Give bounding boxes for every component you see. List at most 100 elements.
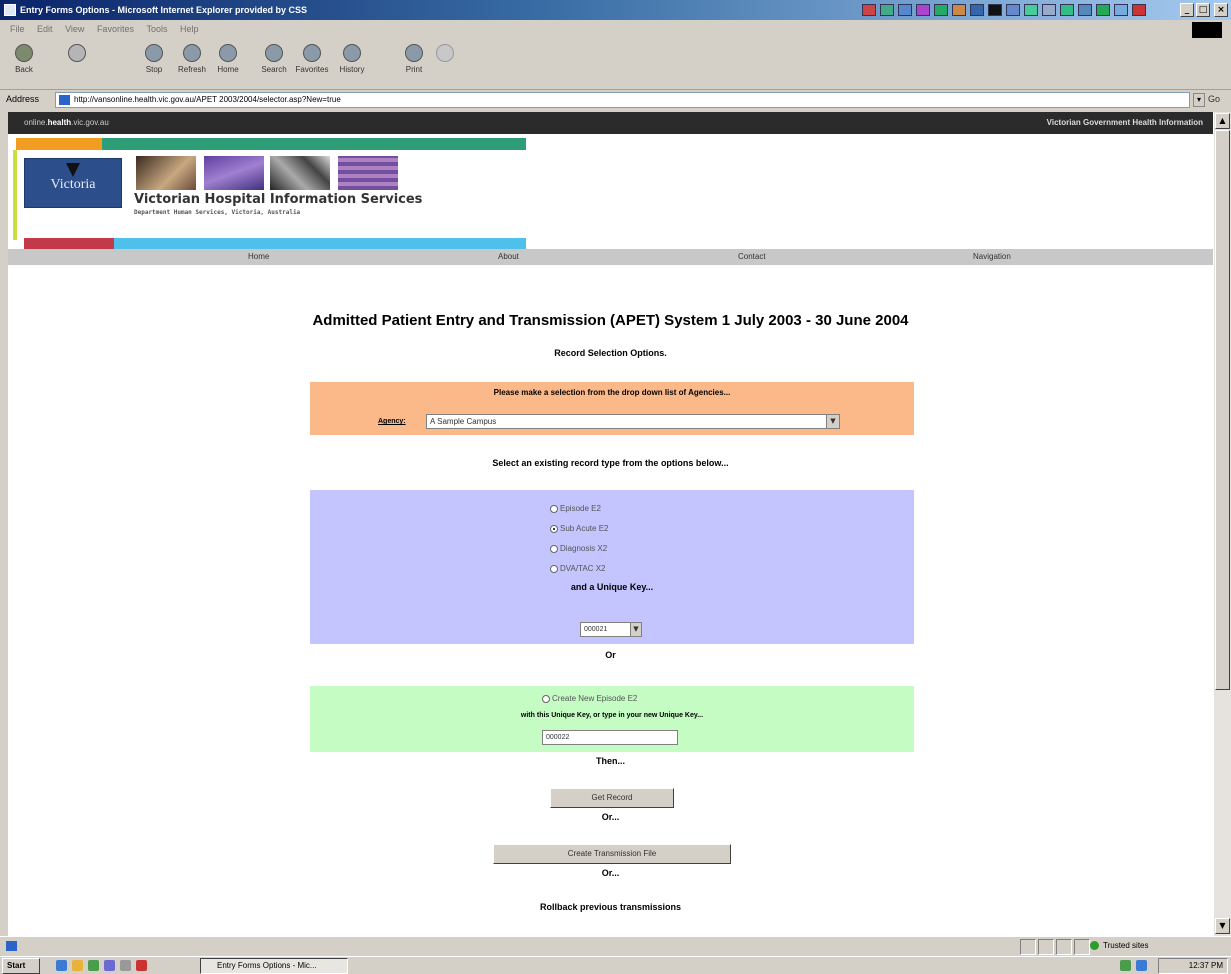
menu-tools[interactable]: Tools [146, 24, 167, 34]
tray-icon[interactable] [1136, 960, 1147, 971]
quick-launch-icon[interactable] [104, 960, 115, 971]
banner-photo [136, 156, 196, 190]
option-episode-e2[interactable]: Episode E2 [550, 504, 601, 513]
quick-launch-icon[interactable] [56, 960, 67, 971]
rollback-link[interactable]: Rollback previous transmissions [8, 902, 1213, 912]
status-cell [1020, 939, 1036, 955]
favorites-button[interactable]: Favorites [294, 44, 330, 84]
nav-home[interactable]: Home [248, 249, 269, 265]
radio-button[interactable] [550, 504, 558, 513]
quick-launch-icon[interactable] [120, 960, 131, 971]
create-transmission-button[interactable]: Create Transmission File [493, 844, 731, 864]
banner-photo [270, 156, 330, 190]
record-selection-heading: Record Selection Options. [554, 348, 667, 358]
scroll-up-icon[interactable]: ▲ [1215, 113, 1230, 129]
site-domain[interactable]: online.health.vic.gov.au [24, 112, 109, 134]
unique-key-label: and a Unique Key... [570, 582, 654, 592]
menu-file[interactable]: File [10, 24, 25, 34]
tray-app-icon[interactable] [952, 4, 966, 16]
option-create-new-episode[interactable]: Create New Episode E2 [542, 694, 637, 703]
back-button[interactable]: Back [6, 44, 42, 84]
option-dva-tac-x2[interactable]: DVA/TAC X2 [550, 564, 606, 573]
site-banner: Victoria Victorian Hospital Information … [8, 134, 1213, 250]
option-diagnosis-x2[interactable]: Diagnosis X2 [550, 544, 607, 553]
quick-launch-icon[interactable] [136, 960, 147, 971]
org-subtitle: Department Human Services, Victoria, Aus… [134, 209, 301, 216]
victoria-logo: Victoria [24, 158, 122, 208]
stop-button[interactable]: Stop [136, 44, 172, 84]
clock: 12:37 PM [1158, 958, 1228, 974]
close-button[interactable]: × [1214, 3, 1228, 17]
menu-favorites[interactable]: Favorites [97, 24, 134, 34]
scroll-thumb[interactable] [1215, 130, 1230, 690]
start-button[interactable]: Start [2, 958, 40, 974]
search-button[interactable]: Search [256, 44, 292, 84]
nav-about[interactable]: About [498, 249, 519, 265]
edit-button[interactable] [430, 44, 460, 84]
then-label: Then... [596, 756, 625, 766]
option-sub-acute-e2[interactable]: Sub Acute E2 [550, 524, 608, 533]
menu-help[interactable]: Help [180, 24, 199, 34]
tray-app-icon[interactable] [1006, 4, 1020, 16]
security-zone[interactable]: Trusted sites [1090, 941, 1149, 950]
menu-bar: File Edit View Favorites Tools Help [0, 20, 1231, 38]
forward-button[interactable] [62, 44, 92, 84]
banner-photo [338, 156, 398, 190]
tray-app-icon[interactable] [1132, 4, 1146, 16]
gov-info-link[interactable]: Victorian Government Health Information [1047, 112, 1203, 134]
scroll-down-icon[interactable]: ▼ [1215, 918, 1230, 934]
history-button[interactable]: History [334, 44, 370, 84]
radio-button[interactable] [550, 564, 558, 573]
taskbar-ie-window[interactable]: Entry Forms Options - Mic... [200, 958, 348, 974]
radio-button[interactable] [550, 524, 558, 533]
tray-app-icon[interactable] [1096, 4, 1110, 16]
crest-icon [66, 163, 80, 177]
nav-contact[interactable]: Contact [738, 249, 766, 265]
menu-edit[interactable]: Edit [37, 24, 53, 34]
record-type-prompt: Select an existing record type from the … [492, 458, 729, 468]
tray-app-icon[interactable] [934, 4, 948, 16]
vertical-scrollbar[interactable]: ▲ ▼ [1213, 112, 1231, 936]
quick-launch-icon[interactable] [72, 960, 83, 971]
page-title: Admitted Patient Entry and Transmission … [312, 312, 909, 329]
tray-app-icon[interactable] [1024, 4, 1038, 16]
tray-icon[interactable] [1120, 960, 1131, 971]
toolbar: Back Stop Refresh Home Search Favorites … [0, 38, 1231, 90]
print-icon [405, 44, 423, 62]
home-button[interactable]: Home [210, 44, 246, 84]
new-episode-panel: Create New Episode E2 with this Unique K… [310, 686, 914, 752]
address-dropdown-button[interactable]: ▾ [1193, 93, 1205, 107]
quick-launch-icon[interactable] [88, 960, 99, 971]
tray-app-icon[interactable] [862, 4, 876, 16]
tray-app-icon[interactable] [1114, 4, 1128, 16]
ie-icon [4, 4, 16, 16]
tray-app-icon[interactable] [1060, 4, 1074, 16]
back-icon [15, 44, 33, 62]
tray-app-icon[interactable] [1042, 4, 1056, 16]
new-unique-key-input[interactable]: 000022 [542, 730, 678, 745]
radio-button[interactable] [550, 544, 558, 553]
tray-app-icon[interactable] [916, 4, 930, 16]
tray-app-icon[interactable] [898, 4, 912, 16]
get-record-button[interactable]: Get Record [550, 788, 674, 808]
chevron-down-icon: ▼ [630, 623, 641, 636]
nav-navigation[interactable]: Navigation [973, 249, 1011, 265]
minimize-button[interactable]: _ [1180, 3, 1194, 17]
tray-app-icon[interactable] [1078, 4, 1092, 16]
agency-select[interactable]: A Sample Campus ▼ [426, 414, 840, 429]
print-button[interactable]: Print [396, 44, 432, 84]
address-label: Address [6, 94, 40, 104]
or-label: Or... [601, 868, 620, 878]
go-button[interactable]: Go [1208, 94, 1220, 104]
tray-app-icon[interactable] [970, 4, 984, 16]
menu-view[interactable]: View [65, 24, 84, 34]
address-input[interactable]: http://vansonline.health.vic.gov.au/APET… [55, 92, 1190, 108]
maximize-button[interactable]: □ [1196, 3, 1210, 17]
agency-panel: Please make a selection from the drop do… [310, 382, 914, 435]
unique-key-select[interactable]: 000021 ▼ [580, 622, 642, 637]
radio-button[interactable] [542, 694, 550, 703]
site-top-strip: online.health.vic.gov.au Victorian Gover… [8, 112, 1213, 134]
tray-app-icon[interactable] [988, 4, 1002, 16]
refresh-button[interactable]: Refresh [174, 44, 210, 84]
tray-app-icon[interactable] [880, 4, 894, 16]
